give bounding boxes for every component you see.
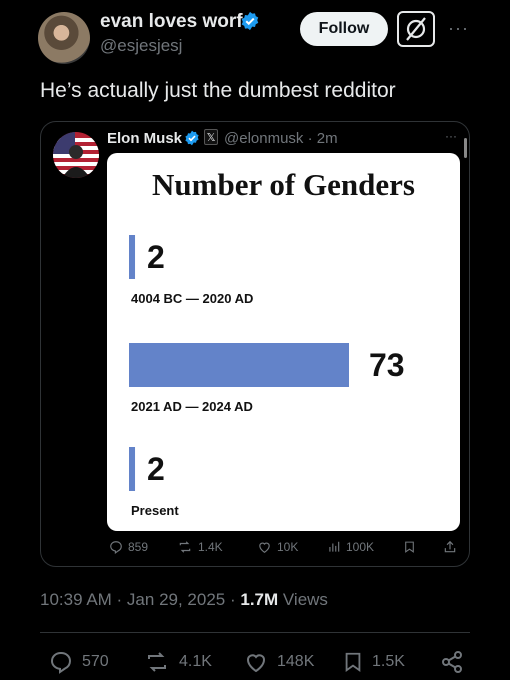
share-button[interactable]: [440, 650, 464, 674]
scrollbar[interactable]: [464, 138, 467, 158]
more-options-icon[interactable]: ···: [448, 18, 469, 39]
tweet-text: He’s actually just the dumbest redditor: [40, 79, 396, 102]
quoted-verified-badge-icon: [185, 130, 199, 146]
quoted-more-icon[interactable]: ···: [445, 129, 457, 143]
share-icon: [442, 651, 462, 673]
chart-category-label: 4004 BC — 2020 AD: [131, 291, 253, 306]
quoted-repost-button[interactable]: 1.4K: [177, 540, 223, 554]
views-count: 1.7M: [240, 590, 279, 609]
quoted-like-count: 10K: [277, 540, 299, 554]
reply-icon: [110, 541, 122, 554]
quoted-share-button[interactable]: [443, 540, 457, 554]
author-avatar[interactable]: [38, 12, 90, 64]
chart-value-label: 73: [369, 347, 405, 383]
reply-button[interactable]: 570: [48, 650, 109, 674]
like-button[interactable]: 148K: [243, 650, 314, 674]
quoted-views-count: 100K: [346, 540, 375, 554]
chart-category-label: 2021 AD — 2024 AD: [131, 399, 253, 414]
chart-image[interactable]: Number of Genders 2 4004 BC — 2020 AD 73 20…: [107, 153, 460, 531]
follow-button[interactable]: Follow: [300, 12, 388, 46]
reply-count: 570: [82, 653, 109, 670]
divider: [40, 632, 470, 633]
quoted-action-bar: 859 1.4K 10K 100K: [41, 540, 469, 562]
quoted-repost-count: 1.4K: [198, 540, 223, 554]
views-label: Views: [278, 590, 328, 609]
chart-bar: [129, 235, 136, 279]
chart-bar: [129, 343, 349, 387]
grok-icon: [406, 17, 426, 41]
repost-icon: [148, 652, 166, 672]
chart-value-label: 2: [147, 239, 165, 275]
quoted-bookmark-button[interactable]: [403, 540, 416, 554]
chart-category-label: Present: [131, 503, 179, 518]
author-name[interactable]: evan loves worf: [100, 11, 243, 33]
bookmark-count: 1.5K: [372, 653, 405, 670]
chart-value-label: 2: [147, 451, 165, 487]
share-icon: [444, 540, 456, 553]
grok-button[interactable]: [397, 11, 435, 47]
quoted-author-name[interactable]: Elon Musk: [107, 130, 182, 147]
timestamp-text: 10:39 AM · Jan 29, 2025 ·: [40, 590, 241, 609]
like-count: 148K: [277, 653, 315, 670]
quoted-reply-button[interactable]: 859: [109, 540, 148, 554]
quoted-views-button[interactable]: 100K: [327, 540, 374, 554]
bookmark-icon: [345, 652, 361, 673]
quoted-like-button[interactable]: 10K: [257, 540, 298, 554]
repost-count: 4.1K: [179, 653, 212, 670]
verified-badge-icon: [241, 11, 259, 31]
quoted-author-avatar[interactable]: [53, 132, 99, 178]
tweet-timestamp[interactable]: 10:39 AM · Jan 29, 2025 · 1.7M Views: [40, 590, 328, 610]
reply-icon: [50, 651, 72, 674]
heart-icon: [259, 542, 270, 553]
analytics-icon: [329, 541, 340, 552]
quoted-handle-time[interactable]: @elonmusk · 2m: [224, 130, 338, 147]
repost-icon: [179, 541, 191, 553]
repost-button[interactable]: 4.1K: [143, 650, 212, 674]
x-affiliation-badge: 𝕏: [204, 129, 218, 145]
bookmark-button[interactable]: 1.5K: [342, 650, 405, 674]
bar-chart: 2 4004 BC — 2020 AD 73 2021 AD — 2024 AD 2 Pr…: [129, 235, 405, 518]
author-handle[interactable]: @esjesjesj: [100, 36, 182, 56]
quoted-tweet[interactable]: Elon Musk 𝕏 @elonmusk · 2m ··· Number of…: [40, 121, 470, 567]
heart-icon: [247, 654, 265, 673]
chart-bar: [129, 447, 136, 491]
quoted-reply-count: 859: [128, 540, 149, 554]
bookmark-icon: [405, 541, 414, 553]
